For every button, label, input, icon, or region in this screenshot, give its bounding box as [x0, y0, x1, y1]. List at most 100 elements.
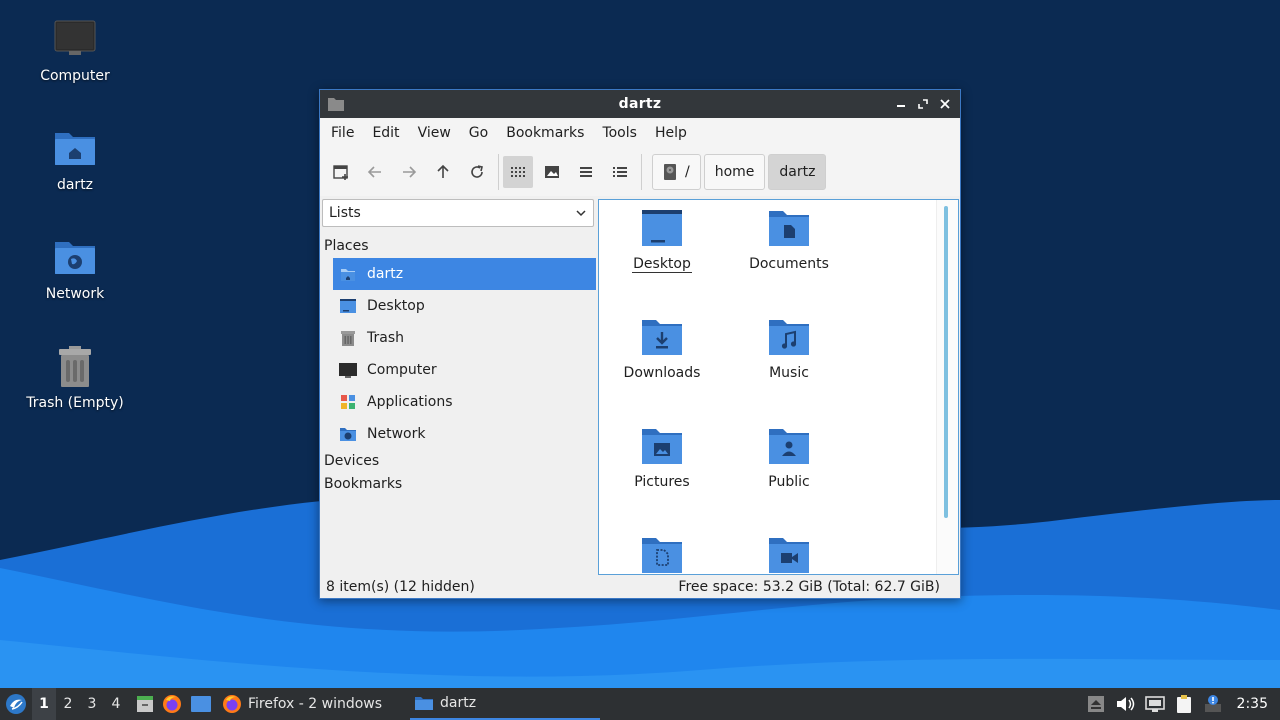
bookmarks-header[interactable]: Bookmarks: [324, 476, 402, 492]
clock[interactable]: 2:35: [1237, 696, 1268, 712]
start-menu-button[interactable]: [0, 688, 32, 720]
close-button[interactable]: [936, 94, 954, 114]
launcher-file-manager[interactable]: [132, 688, 158, 720]
tray-clipboard[interactable]: [1175, 688, 1193, 720]
thumbnail-view-button[interactable]: [537, 156, 567, 188]
sidebar-item-label: Computer: [367, 362, 437, 378]
reload-button[interactable]: [462, 156, 492, 188]
toolbar-separator: [498, 154, 499, 190]
scrollbar-thumb[interactable]: [944, 206, 948, 518]
public-folder-icon: [767, 426, 811, 470]
tray-volume[interactable]: [1115, 688, 1135, 720]
task-firefox[interactable]: Firefox - 2 windows: [220, 688, 410, 720]
breadcrumb-home[interactable]: home: [703, 154, 766, 190]
compact-view-button[interactable]: [571, 156, 601, 188]
reload-icon: [471, 165, 483, 178]
detail-view-button[interactable]: [605, 156, 635, 188]
menu-tools[interactable]: Tools: [593, 125, 646, 141]
file-item-music[interactable]: Music: [729, 317, 849, 381]
maximize-button[interactable]: [914, 94, 932, 114]
sidebar: Lists Places dartz Desktop Trash Compute…: [320, 196, 596, 576]
videos-folder-icon: [767, 535, 811, 574]
tray-updates[interactable]: [1203, 688, 1223, 720]
maximize-icon: [918, 99, 928, 109]
music-folder-icon: [767, 317, 811, 361]
minimize-button[interactable]: [892, 94, 910, 114]
arrow-right-icon: [403, 166, 417, 178]
file-item-videos[interactable]: [729, 535, 849, 574]
task-label: Firefox - 2 windows: [248, 696, 383, 712]
launcher-show-desktop[interactable]: [186, 688, 216, 720]
forward-button[interactable]: [394, 156, 424, 188]
desktop-icon-computer[interactable]: Computer: [15, 18, 135, 84]
breadcrumb: / home dartz: [652, 154, 827, 190]
desktop-icon-network[interactable]: Network: [15, 236, 135, 302]
sidebar-item-trash[interactable]: Trash: [333, 322, 596, 354]
breadcrumb-dartz[interactable]: dartz: [768, 154, 827, 190]
desktop-folder-icon: [640, 208, 684, 252]
window-title: dartz: [618, 96, 662, 112]
file-item-templates[interactable]: [602, 535, 722, 574]
menu-file[interactable]: File: [322, 125, 363, 141]
file-item-downloads[interactable]: Downloads: [602, 317, 722, 381]
sidebar-item-network[interactable]: Network: [333, 418, 596, 450]
home-folder-icon: [53, 127, 97, 171]
sidebar-item-computer[interactable]: Computer: [333, 354, 596, 386]
trash-icon: [339, 329, 357, 347]
menu-bookmarks[interactable]: Bookmarks: [497, 125, 593, 141]
breadcrumb-label: dartz: [779, 164, 816, 180]
workspace-4[interactable]: 4: [104, 688, 128, 720]
status-item-count: 8 item(s) (12 hidden): [326, 579, 475, 595]
file-item-desktop[interactable]: Desktop: [602, 208, 722, 273]
icon-view-button[interactable]: [503, 156, 533, 188]
workspace-1[interactable]: 1: [32, 688, 56, 720]
menu-help[interactable]: Help: [646, 125, 696, 141]
launcher-firefox[interactable]: [158, 688, 186, 720]
up-button[interactable]: [428, 156, 458, 188]
file-item-label: Public: [768, 474, 810, 490]
back-button[interactable]: [360, 156, 390, 188]
sidebar-mode-select[interactable]: Lists: [322, 199, 594, 227]
desktop-icon-trash[interactable]: Trash (Empty): [15, 345, 135, 411]
toolbar-separator: [641, 154, 642, 190]
desktop-icon-label: dartz: [56, 177, 94, 193]
task-dartz[interactable]: dartz: [410, 688, 600, 720]
workspace-3[interactable]: 3: [80, 688, 104, 720]
devices-header[interactable]: Devices: [324, 453, 379, 469]
status-bar: 8 item(s) (12 hidden) Free space: 53.2 G…: [320, 576, 960, 598]
file-view[interactable]: Desktop Documents Downloads Music Pictur…: [598, 199, 959, 575]
sidebar-item-label: Network: [367, 426, 426, 442]
sidebar-item-label: Desktop: [367, 298, 425, 314]
trash-icon: [53, 345, 97, 389]
desktop-icon-label: Network: [45, 286, 105, 302]
file-item-documents[interactable]: Documents: [729, 208, 849, 272]
window-titlebar[interactable]: dartz: [320, 90, 960, 118]
sidebar-item-dartz[interactable]: dartz: [333, 258, 596, 290]
sidebar-item-label: Trash: [367, 330, 404, 346]
file-item-public[interactable]: Public: [729, 426, 849, 490]
breadcrumb-root[interactable]: /: [652, 154, 701, 190]
menu-bar: File Edit View Go Bookmarks Tools Help: [320, 118, 960, 148]
menu-view[interactable]: View: [409, 125, 460, 141]
workspace-2[interactable]: 2: [56, 688, 80, 720]
image-icon: [545, 166, 559, 178]
tray-eject[interactable]: [1087, 688, 1105, 720]
menu-go[interactable]: Go: [460, 125, 497, 141]
places-header[interactable]: Places: [324, 238, 369, 254]
computer-icon: [339, 361, 357, 379]
sidebar-item-applications[interactable]: Applications: [333, 386, 596, 418]
grid-icon: [511, 167, 525, 177]
firefox-icon: [163, 695, 181, 713]
sidebar-item-desktop[interactable]: Desktop: [333, 290, 596, 322]
menu-edit[interactable]: Edit: [363, 125, 408, 141]
new-tab-button[interactable]: [326, 156, 356, 188]
task-label: dartz: [440, 695, 477, 711]
lubuntu-logo-icon: [6, 694, 26, 714]
home-folder-icon: [339, 265, 357, 283]
sidebar-item-label: Applications: [367, 394, 453, 410]
tray-network[interactable]: [1144, 688, 1165, 720]
file-item-pictures[interactable]: Pictures: [602, 426, 722, 490]
drive-icon: [664, 164, 676, 180]
firefox-icon: [223, 695, 241, 713]
desktop-icon-home[interactable]: dartz: [15, 127, 135, 193]
